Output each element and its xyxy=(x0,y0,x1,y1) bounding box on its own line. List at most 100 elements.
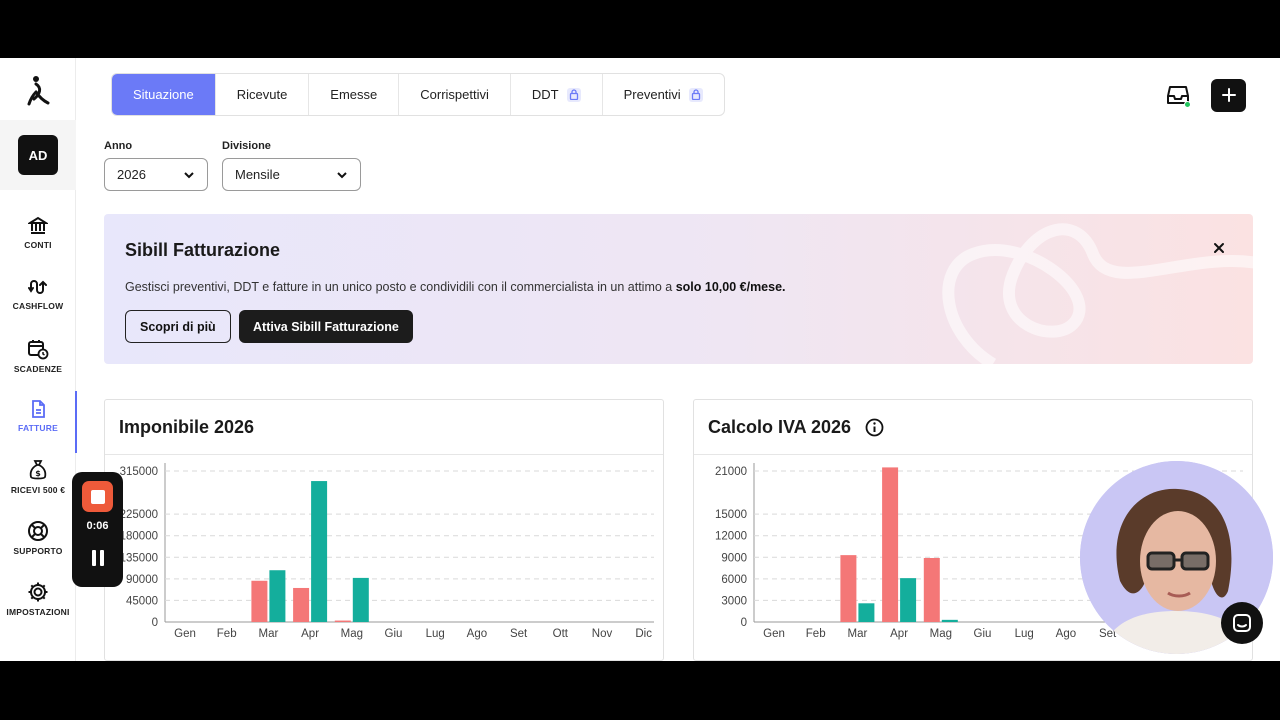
sidebar-item-label: CONTI xyxy=(24,240,52,250)
sibill-logo[interactable] xyxy=(24,74,52,106)
x-tick-label: Ago xyxy=(1056,628,1076,640)
y-tick-label: 21000 xyxy=(715,466,747,478)
calendar-clock-icon xyxy=(28,340,49,360)
y-tick-label: 9000 xyxy=(721,552,747,564)
x-tick-label: Lug xyxy=(1015,628,1034,640)
chevron-down-icon xyxy=(337,171,347,178)
y-tick-label: 90000 xyxy=(126,574,158,586)
x-tick-label: Gen xyxy=(763,628,785,640)
bar xyxy=(311,481,328,622)
screen-recorder: 0:06 xyxy=(72,472,123,587)
chevron-down-icon xyxy=(184,171,194,178)
sidebar-item-cashflow[interactable]: CASHFLOW xyxy=(0,277,76,337)
svg-text:$: $ xyxy=(35,469,41,478)
y-tick-label: 225000 xyxy=(120,509,158,521)
y-tick-label: 6000 xyxy=(721,574,747,586)
bar xyxy=(923,558,940,622)
info-icon[interactable] xyxy=(865,418,884,437)
sidebar-item-label: SUPPORTO xyxy=(13,546,63,556)
avatar[interactable]: AD xyxy=(18,135,58,175)
close-icon[interactable] xyxy=(1211,240,1227,256)
tab-label: Situazione xyxy=(133,87,194,102)
sidebar-item-label: CASHFLOW xyxy=(12,301,64,311)
anno-select[interactable]: 2026 xyxy=(104,158,208,191)
tab-label: Corrispettivi xyxy=(420,87,489,102)
tab-preventivi[interactable]: Preventivi xyxy=(603,74,724,115)
banner-text: Gestisci preventivi, DDT e fatture in un… xyxy=(125,280,786,294)
sidebar-item-impostazioni[interactable]: IMPOSTAZIONI xyxy=(0,581,76,641)
x-tick-label: Mag xyxy=(341,628,363,640)
x-tick-label: Feb xyxy=(217,628,237,640)
lifebuoy-icon xyxy=(28,521,48,541)
money-bag-icon: $ xyxy=(29,460,47,480)
x-tick-label: Set xyxy=(510,628,528,640)
pause-icon[interactable] xyxy=(88,548,108,568)
bar xyxy=(941,619,958,622)
divisione-filter: Divisione Mensile xyxy=(222,140,361,191)
anno-filter: Anno 2026 xyxy=(104,140,208,191)
tab-label: Preventivi xyxy=(623,87,681,102)
y-tick-label: 180000 xyxy=(120,531,158,543)
imponibile-title: Imponibile 2026 xyxy=(119,416,255,437)
y-tick-label: 12000 xyxy=(715,531,747,543)
sidebar-item-ricevi[interactable]: $ RICEVI 500 € xyxy=(0,459,76,519)
x-tick-label: Apr xyxy=(301,628,319,640)
tab-emesse[interactable]: Emesse xyxy=(309,74,400,115)
x-tick-label: Feb xyxy=(806,628,826,640)
bar xyxy=(269,570,286,622)
imponibile-card: Imponibile 2026 315000 225000 180000 135000… xyxy=(104,399,664,661)
learn-more-button[interactable]: Scopri di più xyxy=(125,310,231,343)
sidebar-item-supporto[interactable]: SUPPORTO xyxy=(0,520,76,580)
sidebar-item-label: SCADENZE xyxy=(13,364,63,374)
x-tick-label: Lug xyxy=(426,628,445,640)
tab-label: Ricevute xyxy=(236,87,288,102)
imponibile-chart: 315000 225000 180000 135000 90000 45000 0 Gen Fe… xyxy=(120,463,654,640)
cashflow-icon xyxy=(28,280,47,294)
x-tick-label: Mar xyxy=(258,628,278,640)
x-tick-label: Mar xyxy=(847,628,867,640)
sidebar-item-label: RICEVI 500 € xyxy=(10,485,66,495)
x-tick-label: Mag xyxy=(930,628,952,640)
x-tick-label: Dic xyxy=(635,628,652,640)
bar xyxy=(840,555,857,622)
x-tick-label: Gen xyxy=(174,628,196,640)
x-tick-label: Nov xyxy=(592,628,613,640)
tab-corrispettivi[interactable]: Corrispettivi xyxy=(399,74,511,115)
sidebar-item-fatture[interactable]: FATTURE xyxy=(0,391,77,459)
chat-icon xyxy=(1233,614,1251,632)
sidebar-item-conti[interactable]: CONTI xyxy=(0,216,76,276)
app-screen: AD CONTI CASHFLOW SCADENZE FATTURE $ RIC… xyxy=(0,58,1280,661)
lock-icon xyxy=(688,87,703,102)
gear-icon xyxy=(28,582,48,602)
lock-icon xyxy=(566,87,581,102)
iva-title: Calcolo IVA 2026 xyxy=(708,416,852,437)
banner-price: solo 10,00 €/mese. xyxy=(675,280,786,294)
activate-fatturazione-button[interactable]: Attiva Sibill Fatturazione xyxy=(239,310,413,343)
y-tick-label: 3000 xyxy=(721,595,747,607)
add-button[interactable] xyxy=(1211,78,1246,112)
stop-recording-button[interactable] xyxy=(82,481,113,512)
bar xyxy=(334,620,351,622)
tab-situazione[interactable]: Situazione xyxy=(112,74,216,115)
recording-time: 0:06 xyxy=(86,520,109,532)
divisione-select[interactable]: Mensile xyxy=(222,158,361,191)
bar xyxy=(352,577,369,622)
inbox-button[interactable] xyxy=(1161,78,1195,112)
bank-icon xyxy=(28,216,48,234)
tab-ricevute[interactable]: Ricevute xyxy=(216,74,310,115)
sidebar-item-label: FATTURE xyxy=(18,423,58,433)
tab-ddt[interactable]: DDT xyxy=(511,74,603,115)
chat-button[interactable] xyxy=(1221,602,1263,644)
anno-value: 2026 xyxy=(117,167,146,182)
sidebar-item-scadenze[interactable]: SCADENZE xyxy=(0,338,76,398)
anno-label: Anno xyxy=(104,140,133,152)
bar xyxy=(251,580,268,622)
tab-label: DDT xyxy=(531,87,559,102)
promo-banner: Sibill Fatturazione Gestisci preventivi,… xyxy=(104,214,1253,364)
y-tick-label: 0 xyxy=(152,617,158,629)
y-tick-label: 45000 xyxy=(126,595,158,607)
bar xyxy=(293,587,310,622)
bar xyxy=(882,467,899,622)
bar xyxy=(900,578,917,622)
sidebar-item-label: IMPOSTAZIONI xyxy=(6,607,70,617)
